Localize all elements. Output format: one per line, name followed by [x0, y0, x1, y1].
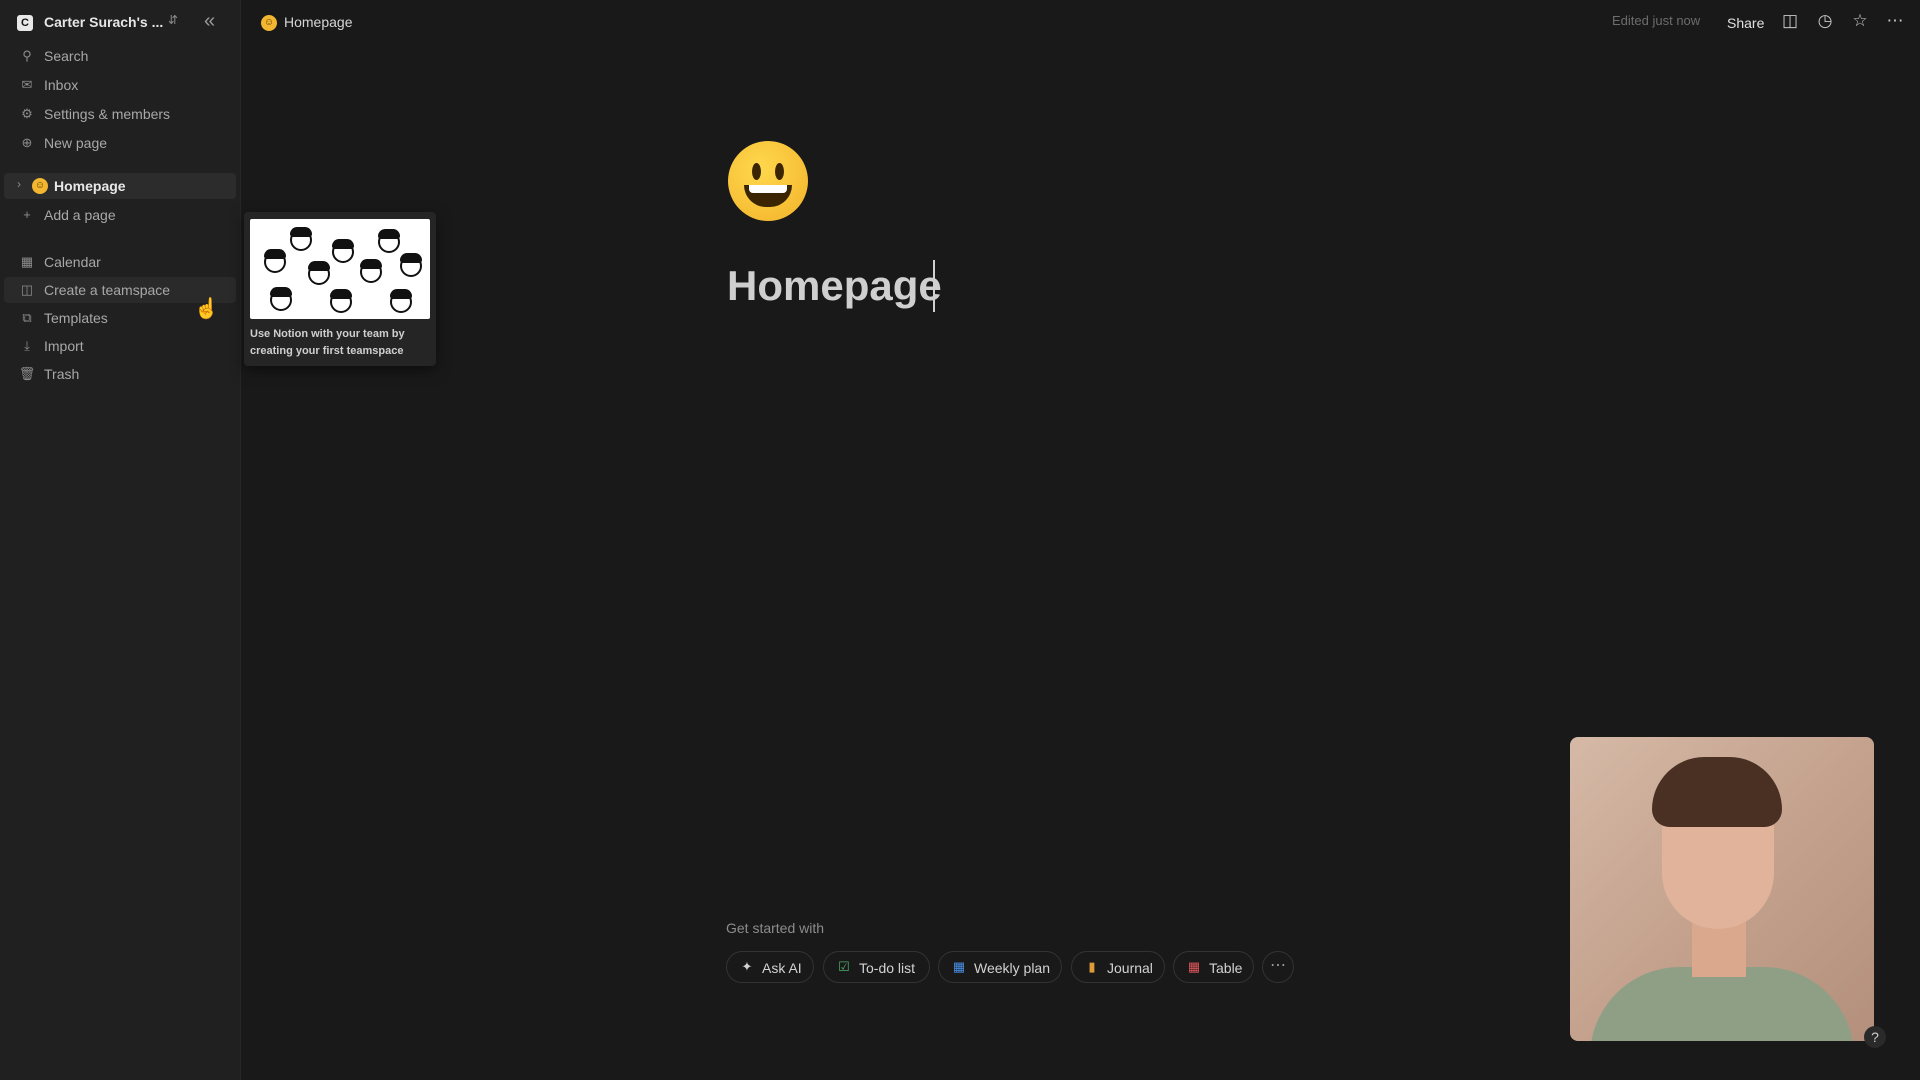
sidebar-item-label: Trash — [44, 366, 80, 382]
plus-icon: + — [23, 207, 31, 222]
chip-label: Ask AI — [762, 960, 802, 976]
collapse-sidebar-icon[interactable]: « — [204, 10, 215, 33]
weekly-plan-chip[interactable]: ▦ Weekly plan — [938, 951, 1062, 983]
sidebar-page-homepage[interactable]: › ☺ Homepage — [4, 173, 236, 199]
workspace-name: Carter Surach's ... — [44, 14, 164, 30]
sidebar-item-import[interactable]: ⤓ Import — [14, 333, 234, 359]
workspace-logo: C — [17, 15, 33, 31]
share-button[interactable]: Share — [1727, 15, 1764, 31]
checkbox-icon: ☑ — [838, 959, 850, 974]
sidebar-item-calendar[interactable]: ▦ Calendar — [14, 249, 234, 275]
sidebar-item-label: Add a page — [44, 207, 116, 223]
sidebar-item-settings[interactable]: ⚙ Settings & members — [14, 101, 234, 127]
sidebar-item-label: Inbox — [44, 77, 79, 93]
sidebar-item-trash[interactable]: 🗑︎ Trash — [14, 361, 234, 387]
calendar-icon: ▦ — [952, 959, 966, 974]
topbar: ☺ Homepage Edited just now Share ◫ ◷ ☆ ⋯ — [241, 0, 1920, 44]
journal-chip[interactable]: ▮ Journal — [1071, 951, 1165, 983]
breadcrumb[interactable]: Homepage — [284, 14, 353, 30]
sidebar-item-label: Import — [44, 338, 84, 354]
hand-cursor-icon: ☝ — [194, 298, 219, 320]
get-started-label: Get started with — [726, 920, 825, 936]
sidebar-item-label: Calendar — [44, 254, 101, 270]
journal-icon: ▮ — [1088, 959, 1096, 974]
trash-icon: 🗑︎ — [18, 366, 36, 381]
star-icon[interactable]: ☆ — [1849, 10, 1871, 32]
templates-icon: ⧉ — [22, 310, 32, 325]
chevron-right-icon[interactable]: › — [17, 177, 21, 191]
team-illustration — [250, 219, 430, 319]
inbox-icon: ✉ — [21, 77, 33, 92]
search-icon: ⚲ — [22, 48, 32, 63]
more-icon[interactable]: ⋯ — [1884, 10, 1906, 32]
tooltip-text: Use Notion with your team by creating yo… — [250, 328, 405, 357]
table-icon: ▦ — [1187, 959, 1201, 974]
chip-label: Journal — [1107, 960, 1153, 976]
teamspace-icon: ◫ — [20, 282, 34, 297]
smiley-icon: ☺ — [261, 15, 277, 31]
smiley-icon: ☺ — [32, 178, 48, 194]
sidebar-item-label: Search — [44, 48, 89, 64]
table-chip[interactable]: ▦ Table — [1173, 951, 1254, 983]
to-do-list-chip[interactable]: ☑ To-do list — [823, 951, 930, 983]
sidebar-item-new-page[interactable]: ⊕ New page — [14, 130, 234, 156]
sidebar-item-label: Settings & members — [44, 106, 171, 122]
plus-circle-icon: ⊕ — [21, 135, 33, 150]
sidebar-item-label: Homepage — [54, 178, 126, 194]
sidebar-item-label: Templates — [44, 310, 108, 326]
teamspace-tooltip: Use Notion with your team by creating yo… — [244, 212, 436, 366]
chip-label: To-do list — [859, 960, 916, 976]
sparkle-icon: ✦ — [741, 959, 753, 974]
workspace-switcher[interactable]: C Carter Surach's ... ⇵ « — [0, 0, 240, 44]
comment-icon[interactable]: ◫ — [1779, 10, 1801, 32]
calendar-icon: ▦ — [20, 254, 34, 269]
sidebar-item-label: Create a teamspace — [44, 282, 171, 298]
page-emoji-icon[interactable] — [728, 141, 808, 221]
chip-label: Table — [1209, 960, 1243, 976]
page-title[interactable]: Homepage — [727, 262, 942, 310]
chip-label: Weekly plan — [974, 960, 1051, 976]
chevron-updown-icon: ⇵ — [168, 13, 179, 27]
webcam-video — [1570, 737, 1874, 1041]
sidebar-item-inbox[interactable]: ✉ Inbox — [14, 72, 234, 98]
more-options-icon[interactable]: ⋯ — [1262, 951, 1294, 983]
edited-status: Edited just now — [1612, 13, 1701, 28]
help-button[interactable]: ? — [1864, 1026, 1886, 1048]
add-page-button[interactable]: + Add a page — [14, 202, 234, 228]
text-caret — [933, 260, 935, 312]
history-icon[interactable]: ◷ — [1814, 10, 1836, 32]
sidebar: C Carter Surach's ... ⇵ « ⚲ Search ✉ Inb… — [0, 0, 241, 1080]
gear-icon: ⚙ — [21, 106, 33, 121]
sidebar-item-label: New page — [44, 135, 108, 151]
import-icon: ⤓ — [24, 338, 30, 353]
ask-ai-chip[interactable]: ✦ Ask AI — [726, 951, 814, 983]
sidebar-item-search[interactable]: ⚲ Search — [14, 43, 234, 69]
